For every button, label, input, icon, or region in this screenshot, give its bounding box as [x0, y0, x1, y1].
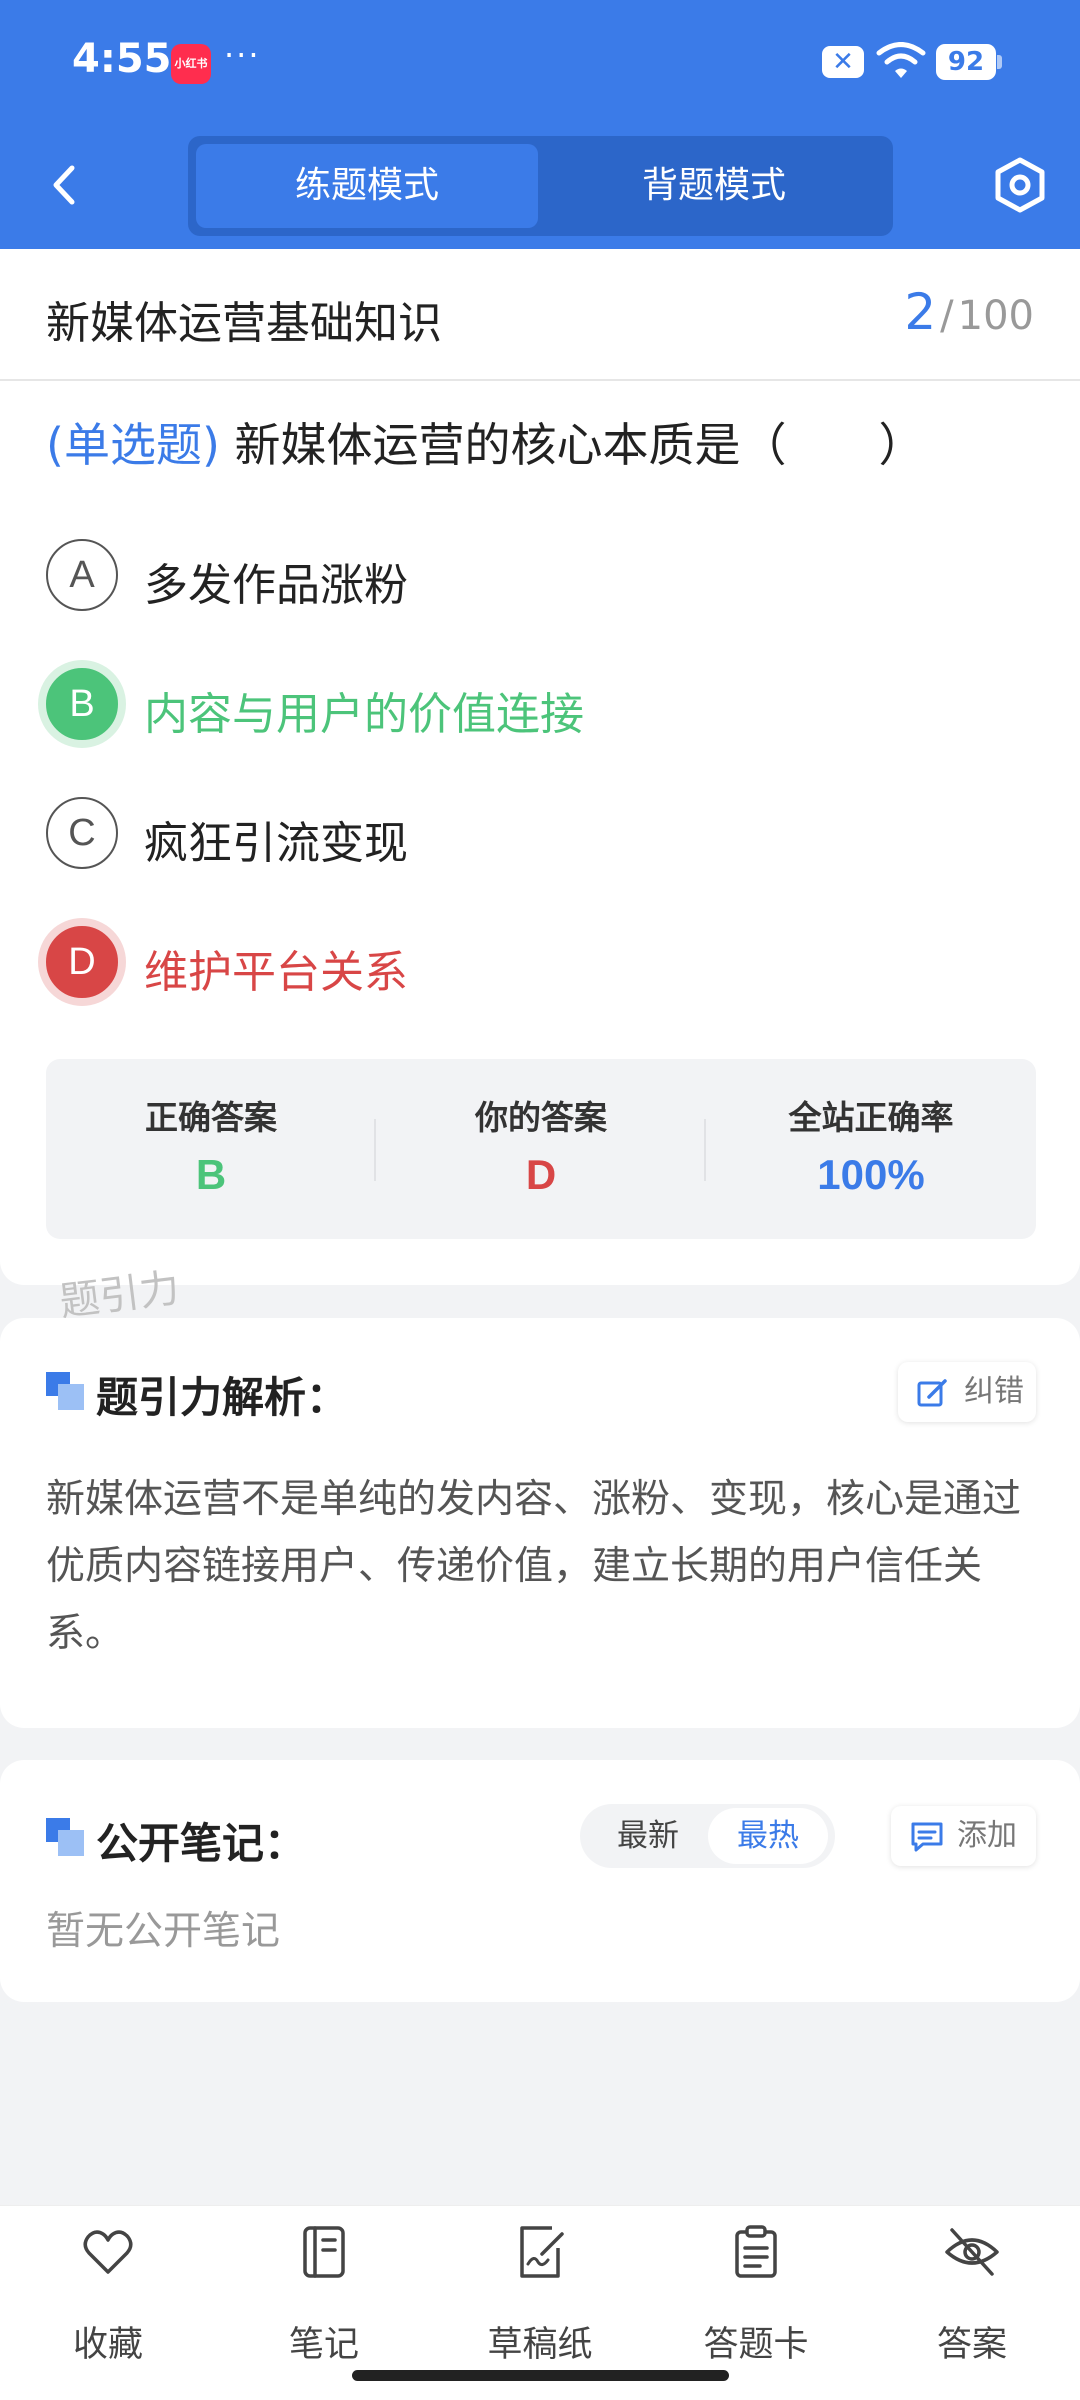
notes-title: 公开笔记： [96, 1819, 307, 1868]
section-icon [46, 1818, 84, 1856]
edit-icon [917, 1379, 947, 1407]
status-time: 4:55 [72, 36, 172, 82]
wifi-icon [876, 42, 926, 78]
question-progress[interactable]: 2/100 [904, 283, 1034, 341]
nav-draft[interactable]: 草稿纸 [440, 2224, 640, 2374]
option-letter: B [46, 668, 118, 740]
stat-label: 正确答案 [145, 1098, 277, 1137]
nav-favorite[interactable]: 收藏 [8, 2224, 208, 2374]
answer-stats: 正确答案 B 你的答案 D 全站正确率 100% [46, 1059, 1036, 1239]
question-title-row: 新媒体运营基础知识 2/100 [0, 249, 1080, 381]
mode-switch: 练题模式 背题模式 [188, 136, 893, 236]
option-text: 维护平台关系 [144, 947, 408, 998]
home-indicator[interactable] [352, 2370, 729, 2381]
tab-memorize-mode[interactable]: 背题模式 [543, 144, 885, 228]
battery-icon: 92 [936, 44, 1002, 80]
no-sim-icon: ✕ [822, 46, 864, 78]
progress-total: 100 [957, 293, 1034, 339]
nav-answer[interactable]: 答案 [872, 2224, 1072, 2374]
back-arrow-icon[interactable] [30, 150, 100, 220]
nav-notes[interactable]: 笔记 [224, 2224, 424, 2374]
nav-answer-sheet[interactable]: 答题卡 [656, 2224, 856, 2374]
option-text: 内容与用户的价值连接 [144, 689, 584, 740]
comment-icon [911, 1822, 943, 1852]
option-text: 疯狂引流变现 [144, 818, 408, 869]
tab-practice-mode[interactable]: 练题模式 [196, 144, 538, 228]
option-text: 多发作品涨粉 [144, 560, 408, 611]
analysis-card: 题引力解析： 纠错 新媒体运营不是单纯的发内容、涨粉、变现，核心是通过优质内容链… [0, 1318, 1080, 1728]
stat-correct-answer: 正确答案 B [46, 1059, 376, 1239]
analysis-text: 新媒体运营不是单纯的发内容、涨粉、变现，核心是通过优质内容链接用户、传递价值，建… [46, 1477, 1022, 1656]
nav-label: 答题卡 [703, 2325, 809, 2365]
stat-label: 全站正确率 [788, 1098, 954, 1137]
status-bar: 4:55 小红书 ··· ✕ 92 [0, 0, 1080, 125]
section-icon [46, 1372, 84, 1410]
option-c[interactable]: C 疯狂引流变现 [46, 797, 1026, 869]
notes-sort-toggle: 最新 最热 [580, 1804, 835, 1868]
add-note-button[interactable]: 添加 [891, 1806, 1036, 1866]
nav-label: 答案 [936, 2325, 1007, 2365]
progress-current: 2 [904, 283, 937, 341]
nav-label: 笔记 [288, 2325, 359, 2365]
settings-icon[interactable] [985, 150, 1055, 220]
app-header: 4:55 小红书 ··· ✕ 92 练题模式 背题模式 [0, 0, 1080, 249]
more-notifications-icon: ··· [224, 36, 261, 74]
stat-site-accuracy: 全站正确率 100% [706, 1059, 1036, 1239]
report-error-label: 纠错 [964, 1374, 1024, 1409]
nav-label: 收藏 [72, 2325, 143, 2365]
xiaohongshu-notification-icon: 小红书 [171, 44, 211, 84]
option-d[interactable]: D 维护平台关系 [46, 926, 1026, 998]
question-type-label: (单选题) [46, 418, 220, 472]
progress-separator: / [940, 293, 954, 339]
notebook-icon [303, 2226, 345, 2278]
option-a[interactable]: A 多发作品涨粉 [46, 539, 1026, 611]
report-error-button[interactable]: 纠错 [898, 1362, 1036, 1422]
analysis-title: 题引力解析： [96, 1373, 349, 1422]
draft-icon [520, 2226, 564, 2278]
stat-value: D [525, 1151, 557, 1198]
stat-value: 100% [817, 1151, 925, 1198]
stat-label: 你的答案 [475, 1098, 607, 1137]
option-letter: D [46, 926, 118, 998]
question-card: 新媒体运营基础知识 2/100 (单选题) 新媒体运营的核心本质是（ ） A 多… [0, 249, 1080, 1285]
question-bank-title: 新媒体运营基础知识 [46, 298, 442, 349]
clipboard-icon [735, 2225, 777, 2278]
sort-hot-button[interactable]: 最热 [708, 1808, 828, 1864]
add-note-label: 添加 [957, 1818, 1017, 1853]
stat-your-answer: 你的答案 D [376, 1059, 706, 1239]
question-text: 新媒体运营的核心本质是（ ） [234, 418, 925, 472]
eye-off-icon [945, 2228, 999, 2276]
option-letter: A [46, 539, 118, 611]
empty-notes-text: 暂无公开笔记 [46, 1909, 281, 1954]
heart-icon [83, 2230, 133, 2274]
option-letter: C [46, 797, 118, 869]
stat-value: B [195, 1151, 227, 1198]
option-b[interactable]: B 内容与用户的价值连接 [46, 668, 1026, 740]
public-notes-card: 公开笔记： 最新 最热 添加 暂无公开笔记 [0, 1760, 1080, 2002]
question-stem: (单选题) 新媒体运营的核心本质是（ ） [46, 409, 925, 475]
nav-label: 草稿纸 [487, 2325, 593, 2365]
sort-newest-button[interactable]: 最新 [588, 1808, 708, 1864]
